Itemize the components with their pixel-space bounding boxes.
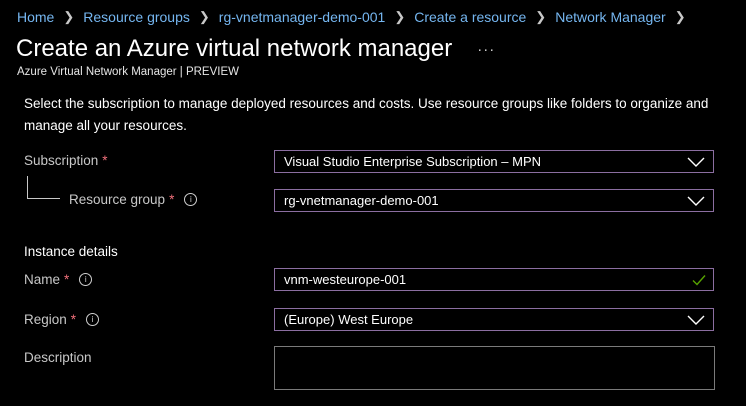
- breadcrumb: Home ❯ Resource groups ❯ rg-vnetmanager-…: [17, 8, 695, 26]
- resource-group-label: Resource group * i: [69, 192, 198, 207]
- checkmark-icon: [692, 274, 706, 286]
- name-value: vnm-westeurope-001: [284, 272, 407, 287]
- required-marker: *: [169, 192, 175, 207]
- breadcrumb-home-link[interactable]: Home: [17, 9, 54, 25]
- chevron-right-icon: ❯: [198, 9, 210, 24]
- page-subtitle: Azure Virtual Network Manager | PREVIEW: [17, 66, 239, 78]
- required-marker: *: [64, 272, 70, 287]
- chevron-right-icon: ❯: [535, 9, 547, 24]
- region-value: (Europe) West Europe: [284, 312, 414, 327]
- chevron-right-icon: ❯: [674, 9, 686, 24]
- chevron-right-icon: ❯: [63, 9, 75, 24]
- resource-group-dropdown[interactable]: rg-vnetmanager-demo-001: [274, 189, 714, 212]
- ellipsis-icon[interactable]: ···: [477, 41, 495, 58]
- name-label-text: Name: [24, 272, 61, 287]
- subscription-label: Subscription *: [24, 153, 108, 168]
- info-icon[interactable]: i: [184, 193, 198, 206]
- breadcrumb-resource-group-link[interactable]: rg-vnetmanager-demo-001: [219, 9, 386, 25]
- subscription-dropdown[interactable]: Visual Studio Enterprise Subscription – …: [274, 150, 714, 173]
- breadcrumb-create-resource-link[interactable]: Create a resource: [414, 9, 526, 25]
- hierarchy-connector: [27, 176, 60, 199]
- chevron-down-icon: [687, 315, 705, 325]
- breadcrumb-network-manager-link[interactable]: Network Manager: [555, 9, 666, 25]
- region-dropdown[interactable]: (Europe) West Europe: [274, 308, 714, 331]
- name-input[interactable]: vnm-westeurope-001: [274, 268, 714, 291]
- chevron-down-icon: [687, 196, 705, 206]
- info-icon[interactable]: i: [79, 273, 93, 286]
- page-title: Create an Azure virtual network manager: [16, 35, 453, 62]
- description-textarea[interactable]: [274, 346, 715, 390]
- required-marker: *: [102, 153, 108, 168]
- intro-text: Select the subscription to manage deploy…: [24, 96, 709, 133]
- info-icon[interactable]: i: [86, 313, 100, 326]
- chevron-right-icon: ❯: [394, 9, 406, 24]
- description-label: Description: [24, 350, 92, 365]
- required-marker: *: [70, 312, 77, 327]
- instance-details-heading: Instance details: [24, 244, 118, 259]
- resource-group-label-text: Resource group: [69, 192, 166, 207]
- subscription-value: Visual Studio Enterprise Subscription – …: [284, 154, 541, 169]
- region-label-text: Region: [24, 312, 67, 327]
- resource-group-value: rg-vnetmanager-demo-001: [284, 193, 439, 208]
- chevron-down-icon: [687, 157, 705, 167]
- breadcrumb-resource-groups-link[interactable]: Resource groups: [83, 9, 190, 25]
- page-header: Create an Azure virtual network manager …: [16, 35, 495, 63]
- description-label-text: Description: [24, 350, 92, 365]
- name-label: Name * i: [24, 272, 93, 287]
- region-label: Region * i: [24, 312, 100, 327]
- subscription-label-text: Subscription: [24, 153, 99, 168]
